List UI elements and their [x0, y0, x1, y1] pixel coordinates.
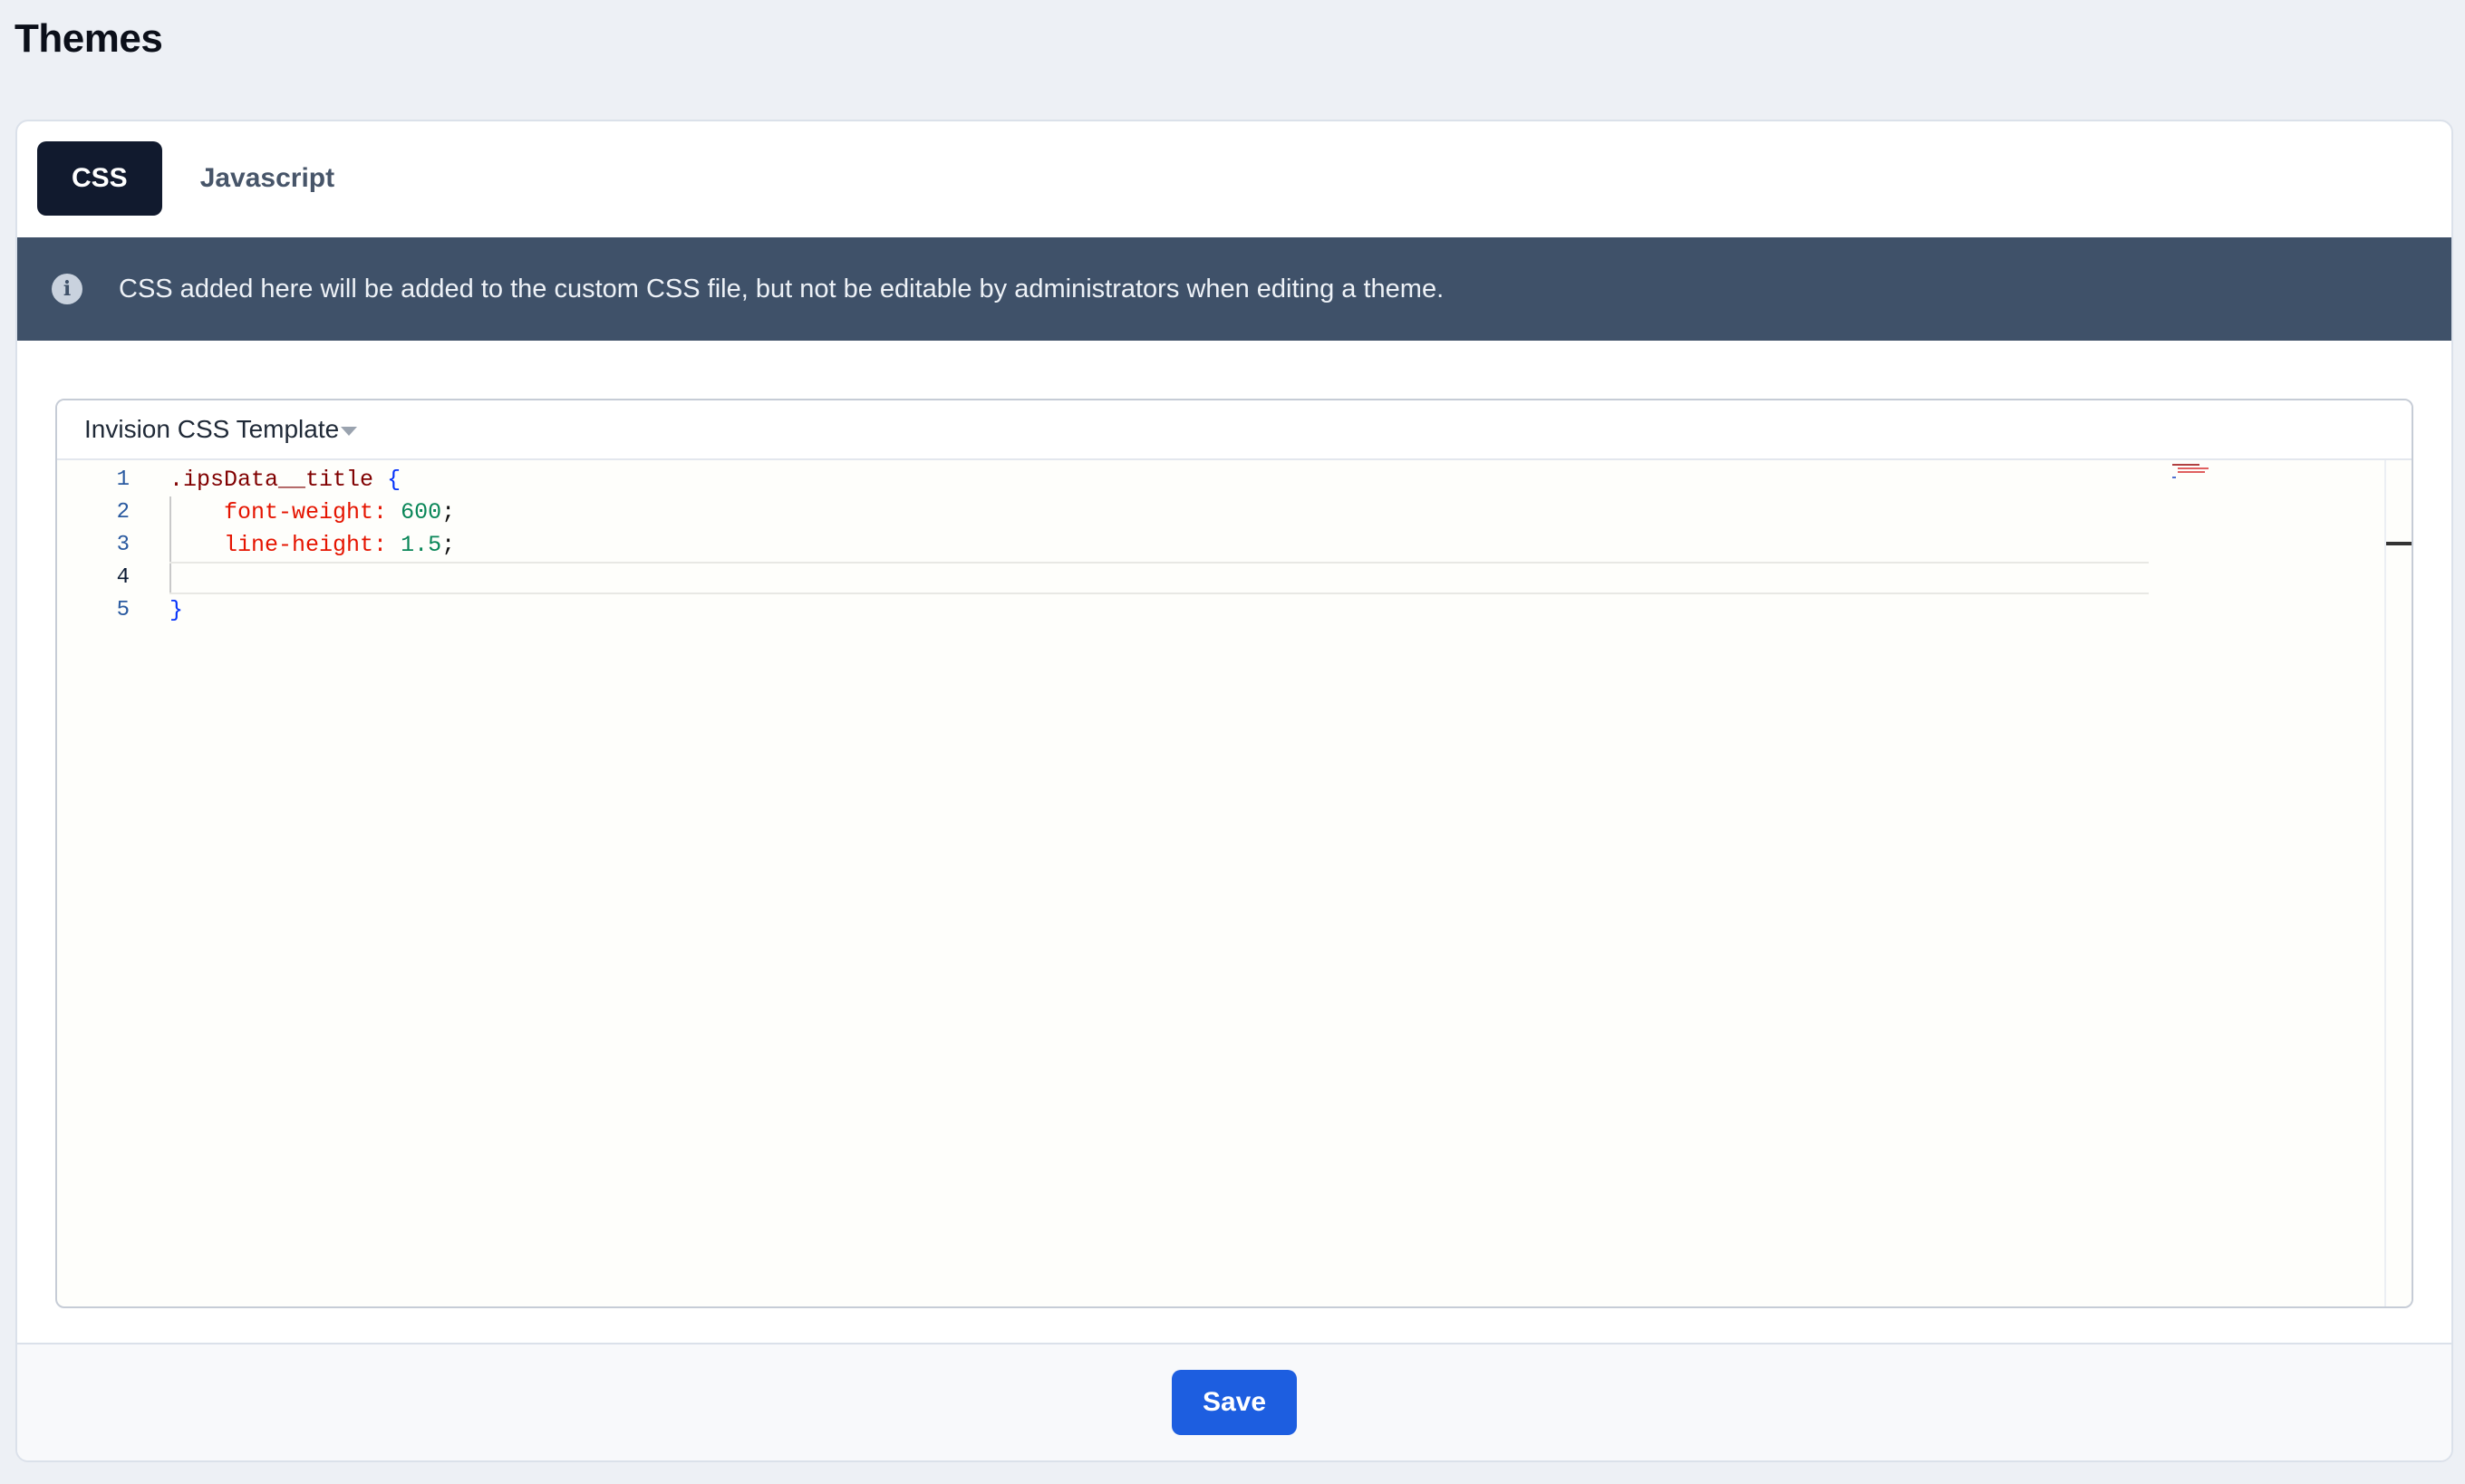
semicolon: ; [441, 499, 456, 525]
css-property: line-height: [224, 532, 388, 558]
page-title: Themes [14, 16, 163, 61]
code-line[interactable]: line-height: 1.5; [169, 529, 2149, 562]
code-line[interactable]: } [169, 594, 2149, 627]
line-number: 5 [116, 598, 130, 622]
code-line[interactable]: font-weight: 600; [169, 496, 2149, 529]
theme-custom-code-panel: CSS Javascript i CSS added here will be … [15, 120, 2453, 1462]
info-icon: i [52, 274, 82, 304]
line-number: 3 [116, 533, 130, 557]
minimap[interactable] [2172, 460, 2212, 478]
code-line[interactable]: .ipsData__title { [169, 464, 2149, 496]
form-footer: Save [17, 1343, 2451, 1460]
line-number: 4 [116, 565, 130, 590]
scrollbar-cursor-marker [2386, 542, 2412, 545]
code-line-current[interactable] [169, 562, 2149, 594]
css-selector: .ipsData__title [169, 467, 374, 493]
save-button[interactable]: Save [1172, 1370, 1297, 1435]
line-number: 2 [116, 500, 130, 525]
css-value: 600 [401, 499, 442, 525]
css-property: font-weight: [224, 499, 388, 525]
semicolon: ; [441, 532, 456, 558]
code-area[interactable]: 1 2 3 4 5 .ipsData__title { font-weight:… [57, 460, 2412, 1306]
close-brace: } [169, 597, 184, 623]
css-value: 1.5 [401, 532, 442, 558]
code-lines[interactable]: .ipsData__title { font-weight: 600; line… [169, 464, 2149, 627]
tab-bar: CSS Javascript [37, 141, 372, 216]
info-message-text: CSS added here will be added to the cust… [119, 274, 1445, 304]
line-number-gutter: 1 2 3 4 5 [57, 460, 130, 627]
template-selector[interactable]: Invision CSS Template [57, 400, 2412, 460]
open-brace: { [387, 467, 401, 493]
tab-css[interactable]: CSS [37, 141, 162, 216]
code-editor[interactable]: Invision CSS Template 1 2 3 4 5 .ipsData… [55, 399, 2413, 1308]
line-number: 1 [116, 467, 130, 492]
template-selector-label: Invision CSS Template [84, 415, 340, 443]
info-message: i CSS added here will be added to the cu… [17, 237, 2451, 341]
tab-javascript[interactable]: Javascript [166, 141, 369, 216]
chevron-down-icon[interactable] [341, 427, 358, 436]
editor-scrollbar[interactable] [2384, 460, 2412, 1306]
